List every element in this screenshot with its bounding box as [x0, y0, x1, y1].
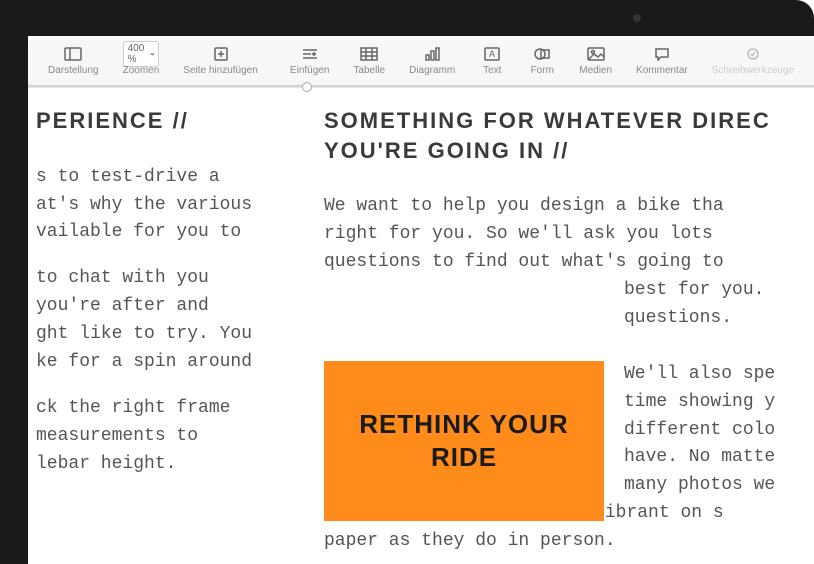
add-page-label: Seite hinzufügen [183, 65, 258, 76]
text-label: Text [483, 65, 501, 76]
view-button[interactable]: Darstellung [36, 42, 111, 80]
table-icon [359, 46, 379, 62]
media-icon [586, 46, 606, 62]
shape-label: Form [531, 65, 554, 76]
zoom-value: 400 % [128, 43, 147, 65]
left-body-2[interactable]: to chat with you you're after and ght li… [36, 265, 292, 377]
callout-box[interactable]: RETHINK YOUR RIDE [324, 361, 604, 521]
table-label: Tabelle [353, 65, 385, 76]
text-icon: A [482, 46, 502, 62]
left-bezel [0, 0, 28, 564]
column-left: PERIENCE // s to test-drive a at's why t… [28, 88, 308, 564]
document-area[interactable]: PERIENCE // s to test-drive a at's why t… [28, 88, 814, 564]
zoom-dropdown[interactable]: 400 % [123, 41, 160, 67]
toolbar: Darstellung 400 % Zoomen Seite hinzufüge… [28, 36, 814, 86]
right-body-top[interactable]: We want to help you design a bike tha ri… [324, 193, 814, 277]
left-body-1[interactable]: s to test-drive a at's why the various v… [36, 164, 292, 248]
table-button[interactable]: Tabelle [341, 42, 397, 80]
tools-label: Schreibwerkzeuge [712, 65, 794, 76]
add-page-icon [211, 46, 231, 62]
tools-icon [743, 46, 763, 62]
svg-text:A: A [489, 49, 495, 59]
right-body-side[interactable]: best for you. questions. We'll also spe … [624, 277, 814, 500]
camera-dot [633, 14, 641, 22]
comment-label: Kommentar [636, 65, 688, 76]
shape-button[interactable]: Form [517, 42, 567, 80]
text-button[interactable]: A Text [467, 42, 517, 80]
shape-icon [532, 46, 552, 62]
chart-label: Diagramm [409, 65, 455, 76]
callout-text: RETHINK YOUR RIDE [344, 408, 584, 476]
chart-button[interactable]: Diagramm [397, 42, 467, 80]
screen-area: Darstellung 400 % Zoomen Seite hinzufüge… [28, 36, 814, 564]
chevron-down-icon [150, 52, 155, 56]
column-right: SOMETHING FOR WHATEVER DIREC YOU'RE GOIN… [308, 88, 814, 564]
chart-icon [422, 46, 442, 62]
media-label: Medien [579, 65, 612, 76]
comment-button[interactable]: Kommentar [624, 42, 700, 80]
zoom-label: Zoomen [123, 65, 160, 76]
left-body-3[interactable]: ck the right frame measurements to lebar… [36, 395, 292, 479]
media-button[interactable]: Medien [567, 42, 624, 80]
insert-icon [300, 46, 320, 62]
right-heading[interactable]: SOMETHING FOR WHATEVER DIREC YOU'RE GOIN… [324, 106, 814, 165]
left-heading[interactable]: PERIENCE // [36, 106, 292, 136]
tools-button[interactable]: Schreibwerkzeuge [700, 42, 806, 80]
view-icon [63, 46, 83, 62]
insert-label: Einfügen [290, 65, 329, 76]
add-page-button[interactable]: Seite hinzufügen [171, 42, 270, 80]
view-label: Darstellung [48, 65, 99, 76]
insert-button[interactable]: Einfügen [278, 42, 341, 80]
zoom-button[interactable]: 400 % Zoomen [111, 42, 172, 80]
device-bezel [0, 0, 814, 36]
comment-icon [652, 46, 672, 62]
